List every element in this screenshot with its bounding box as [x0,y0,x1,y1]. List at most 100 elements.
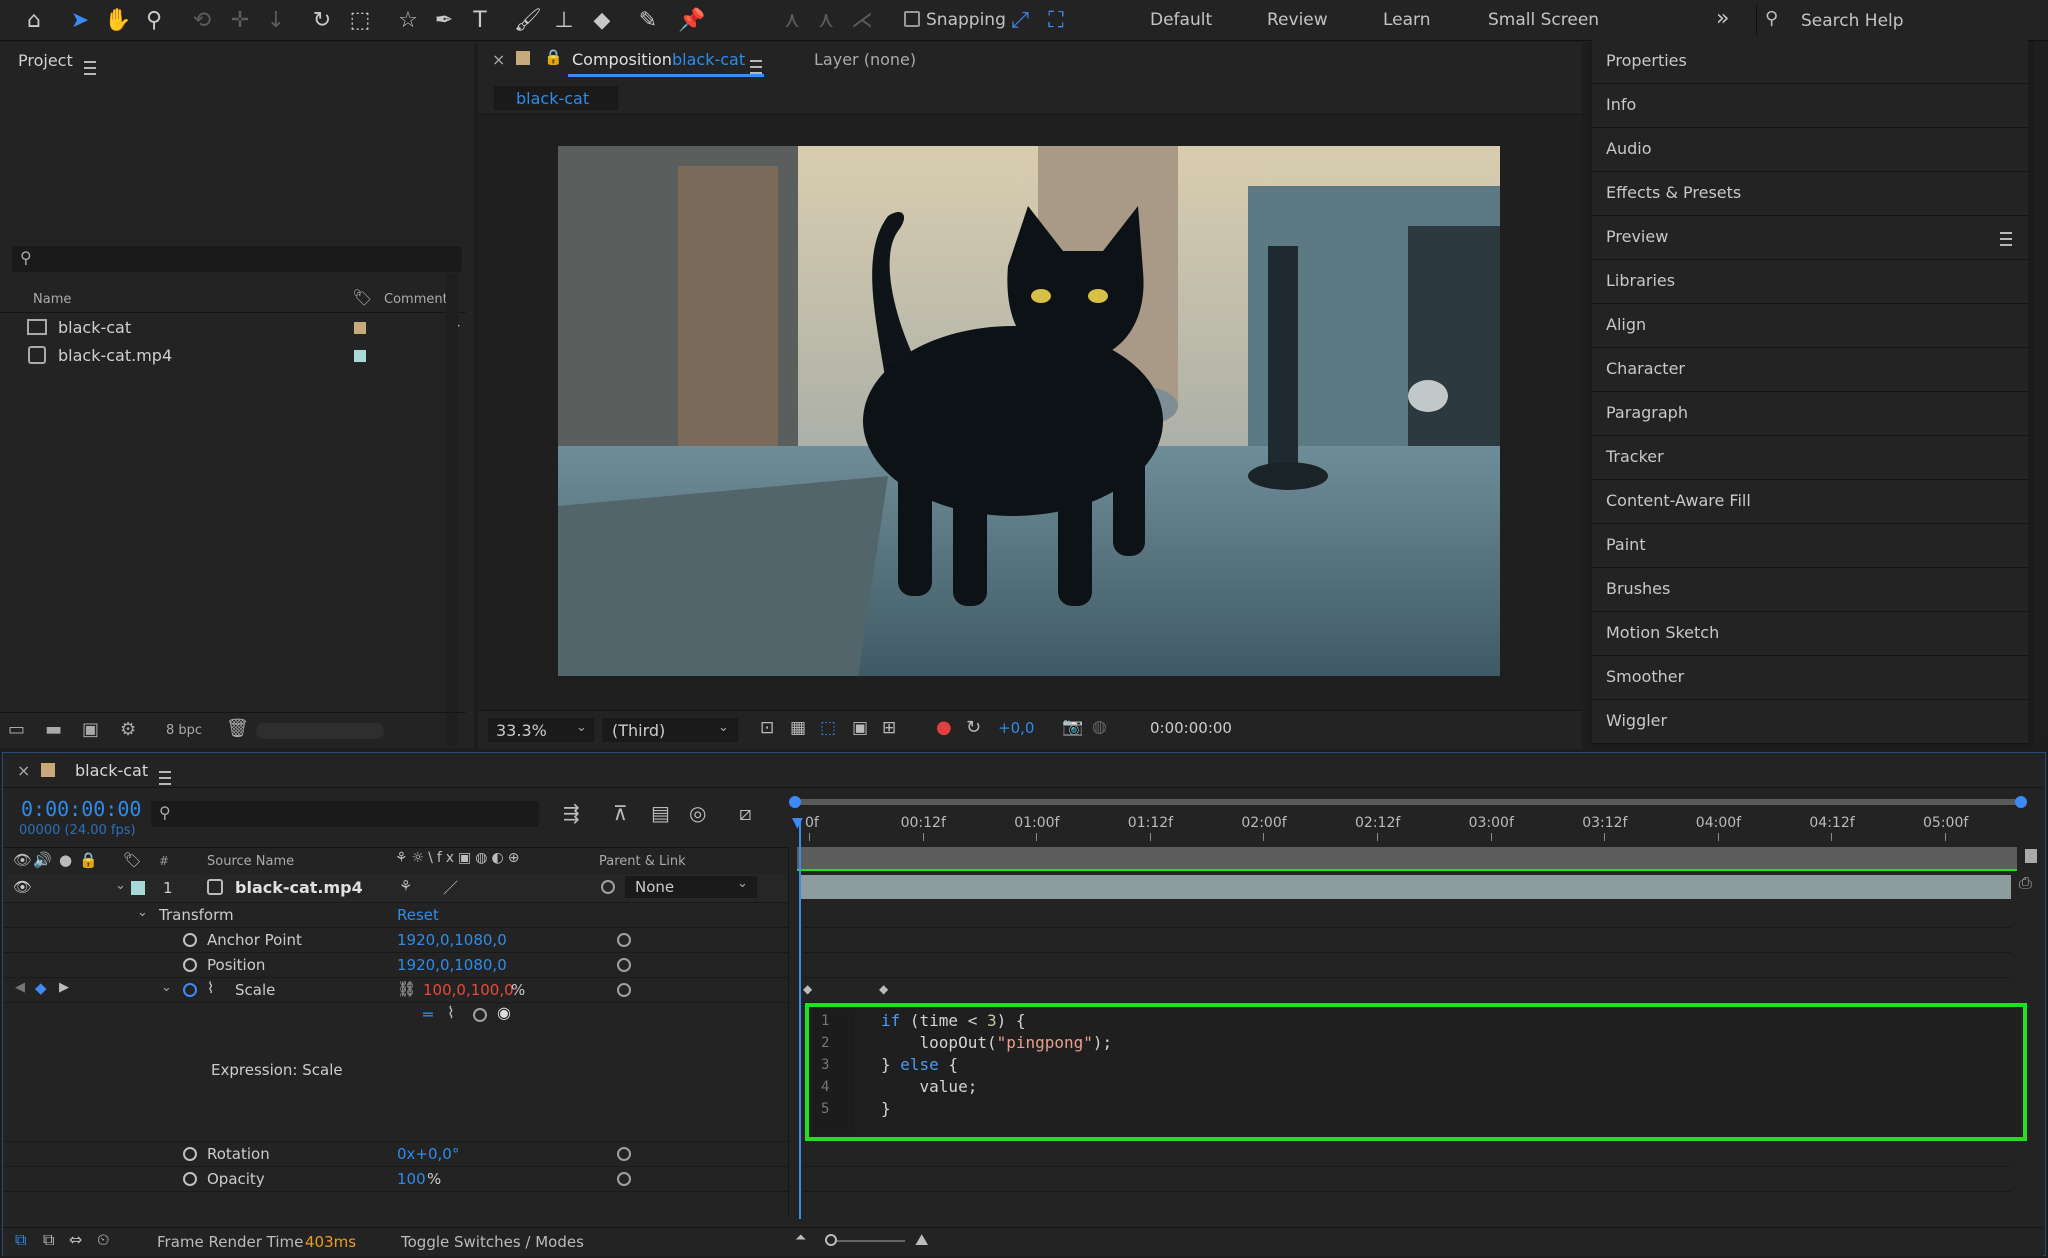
composition-tab-label[interactable]: Composition [572,50,672,69]
layer-switches-toggle-icon[interactable]: ⧉ [15,1230,26,1250]
close-tab-icon[interactable]: × [492,50,505,69]
workspace-small-screen[interactable]: Small Screen [1488,10,1599,30]
panel-smoother[interactable]: Smoother [1592,656,2028,700]
puppet-pin-icon[interactable]: 📌 [676,4,708,36]
workspace-review[interactable]: Review [1267,10,1328,30]
parent-link-header[interactable]: Parent & Link [599,854,686,869]
keyframe-diamond-icon[interactable]: ◆ [879,982,888,996]
panel-wiggler[interactable]: Wiggler [1592,700,2028,744]
work-area-start-handle[interactable] [789,796,801,808]
transform-group-row[interactable]: ⌄ Transform Reset [3,903,788,928]
snapping-checkbox[interactable] [904,11,920,27]
zoom-slider-handle[interactable] [825,1234,837,1246]
shape-tool-icon[interactable]: ☆ [392,4,424,36]
transfer-controls-icon[interactable]: ⧉ [43,1230,54,1250]
parent-dropdown[interactable]: None ⌄ [625,876,757,898]
scale-value[interactable]: 100,0,100,0 [423,981,514,999]
zoom-tool-icon[interactable]: ⚲ [138,4,170,36]
selection-tool-icon[interactable]: ➤ [64,4,96,36]
reset-exposure-icon[interactable]: ↻ [966,717,981,738]
snapshot-camera-icon[interactable]: 📷 [1062,717,1083,737]
snap-features-icon[interactable]: ⛶ [1040,4,1072,36]
panel-audio[interactable]: Audio [1592,128,2028,172]
panel-info[interactable]: Info [1592,84,2028,128]
show-snapshot-icon[interactable]: ◍ [1092,717,1107,737]
anchor-point-value[interactable]: 1920,0,1080,0 [397,931,507,949]
pick-whip-icon[interactable] [617,957,631,976]
property-row-rotation[interactable]: Rotation 0x+0,0° [3,1142,788,1167]
eraser-tool-icon[interactable]: ◆ [586,4,618,36]
draft-3d-icon[interactable]: ⊼ [613,801,628,825]
chevron-down-icon[interactable]: ⌄ [115,878,126,893]
panel-tracker[interactable]: Tracker [1592,436,2028,480]
pick-whip-icon[interactable] [617,982,631,1001]
eye-icon[interactable]: 👁 [13,878,32,896]
layer-row[interactable]: 👁 ⌄ 1 black-cat.mp4 ⚘ ／ None ⌄ [3,874,788,903]
layer-duration-bar[interactable] [799,875,2011,899]
playhead[interactable] [799,819,801,1219]
project-settings-icon[interactable]: ⚙ [120,719,136,740]
new-folder-icon[interactable]: ▬ [45,719,62,740]
layer-switches-icons[interactable]: ⚘☼\fx▣◍◐⊕ [395,850,523,866]
hand-tool-icon[interactable]: ✋ [102,4,134,36]
constrain-proportions-icon[interactable]: ⛓ [397,980,416,998]
rotation-value[interactable]: 0x+0,0° [397,1145,459,1163]
label-color-swatch[interactable] [354,350,366,362]
color-channels-icon[interactable]: ● [936,717,952,738]
label-tag-icon[interactable]: 🏷 [352,288,372,307]
keyframe-diamond-icon[interactable]: ◆ [35,979,47,997]
composition-menu-icon[interactable] [750,59,762,74]
local-axis-icon[interactable]: ⋏ [776,4,808,36]
thumbnail-size-slider[interactable] [256,723,384,739]
world-axis-icon[interactable]: ⋏ [810,4,842,36]
panel-content-aware-fill[interactable]: Content-Aware Fill [1592,480,2028,524]
name-column-header[interactable]: Name [33,292,71,307]
timeline-menu-icon[interactable] [159,770,171,785]
view-axis-icon[interactable]: ⋌ [846,4,878,36]
panel-preview[interactable]: Preview [1592,216,2028,260]
expression-pick-whip-icon[interactable] [473,1007,487,1026]
solo-switch-icon[interactable]: ● [59,851,72,869]
mask-path-icon[interactable]: ⬚ [820,718,836,738]
comment-column-header[interactable]: Comment [384,292,448,307]
fast-previews-icon[interactable]: ⊡ [760,718,774,738]
brush-tool-icon[interactable]: 🖌 [512,4,544,36]
project-scrollbar[interactable] [446,274,458,746]
roto-brush-icon[interactable]: ✎ [632,4,664,36]
stopwatch-icon[interactable] [183,1171,197,1190]
panel-brushes[interactable]: Brushes [1592,568,2028,612]
preview-menu-icon[interactable] [2000,232,2012,246]
pen-tool-icon[interactable]: ✒ [428,4,460,36]
audio-switch-icon[interactable]: 🔊 [33,851,52,869]
more-workspaces-icon[interactable]: » [1716,6,1729,31]
timeline-search-input[interactable]: ⚲ [151,801,539,827]
close-tab-icon[interactable]: × [17,761,30,780]
workspace-learn[interactable]: Learn [1383,10,1431,30]
time-ruler[interactable]: 0f 00:12f 01:00f 01:12f 02:00f 02:12f 03:00f 03… [793,813,2023,843]
composition-flowchart-icon[interactable]: ⇶ [563,801,580,825]
panel-paint[interactable]: Paint [1592,524,2028,568]
viewer-timecode[interactable]: 0:00:00:00 [1150,719,1232,737]
project-panel-title[interactable]: Project [18,51,73,70]
dolly-camera-icon[interactable]: ↓ [260,4,292,36]
toggle-switches-modes-button[interactable]: Toggle Switches / Modes [401,1233,584,1251]
chevron-down-icon[interactable]: ⌄ [161,980,172,995]
panel-effects-presets[interactable]: Effects & Presets [1592,172,2028,216]
panel-libraries[interactable]: Libraries [1592,260,2028,304]
frame-blending-icon[interactable]: ▤ [651,801,670,825]
opacity-value[interactable]: 100 [397,1170,426,1188]
panel-character[interactable]: Character [1592,348,2028,392]
list-item[interactable]: black-cat.mp4 [0,342,466,370]
project-menu-icon[interactable] [84,60,96,75]
interpret-footage-icon[interactable]: ▭ [8,719,25,740]
panel-properties[interactable]: Properties [1592,40,2028,84]
source-name-header[interactable]: Source Name [207,854,294,869]
graph-icon[interactable]: ⌇ [207,979,214,997]
label-tag-icon[interactable]: 🏷 [123,851,142,869]
timeline-tab-name[interactable]: black-cat [75,761,148,780]
motion-blur-icon[interactable]: ◎ [689,801,706,825]
zoom-in-icon[interactable]: ⛰ [915,1230,928,1250]
clone-stamp-icon[interactable]: ⊥ [548,4,580,36]
render-time-icon[interactable]: ⏲ [97,1230,109,1250]
stopwatch-icon[interactable] [183,957,197,976]
